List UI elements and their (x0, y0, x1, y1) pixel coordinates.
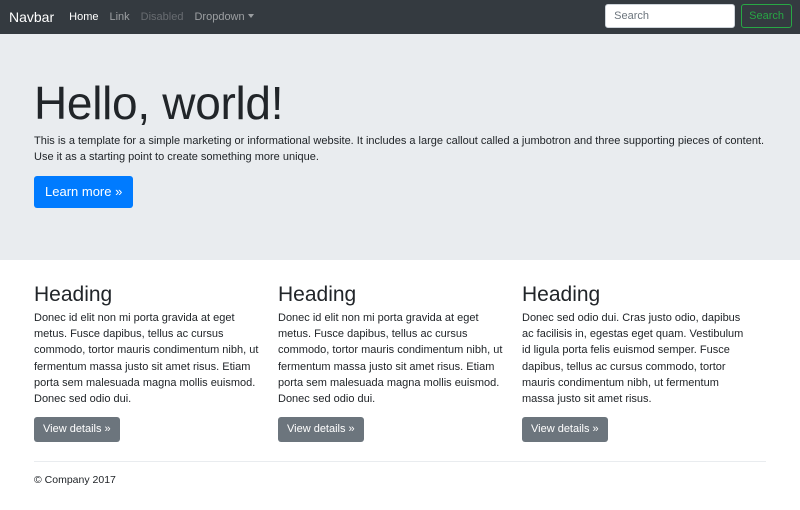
column-heading: Heading (278, 283, 357, 306)
content-columns: Heading Donec id elit non mi porta gravi… (0, 260, 800, 443)
column-text: Donec sed odio dui. Cras justo odio, dap… (522, 312, 744, 406)
footer-divider (34, 461, 766, 462)
view-details-button[interactable]: View details » (34, 417, 120, 443)
nav-link-link[interactable]: Link (109, 11, 129, 23)
nav-link-disabled: Disabled (140, 11, 184, 23)
caret-down-icon (247, 14, 254, 18)
nav-dropdown-toggle[interactable]: Dropdown (194, 11, 254, 23)
search-input[interactable] (605, 4, 736, 28)
search-form: Search (605, 4, 792, 28)
view-details-button[interactable]: View details » (278, 417, 364, 443)
view-details-button[interactable]: View details » (522, 417, 608, 443)
jumbotron-title: Hello, world! (34, 77, 284, 129)
content-column: Heading Donec id elit non mi porta gravi… (278, 283, 522, 443)
search-button[interactable]: Search (741, 4, 792, 28)
column-text: Donec id elit non mi porta gravida at eg… (278, 312, 503, 406)
footer-copyright: © Company 2017 (34, 474, 116, 486)
jumbotron-lead: This is a template for a simple marketin… (34, 135, 765, 163)
jumbotron: Hello, world! This is a template for a s… (0, 34, 800, 260)
column-text: Donec id elit non mi porta gravida at eg… (34, 312, 259, 406)
navbar: Navbar Home Link Disabled Dropdown Searc… (0, 0, 800, 34)
footer: © Company 2017 (34, 474, 116, 486)
content-column: Heading Donec id elit non mi porta gravi… (34, 283, 278, 443)
nav-link-home[interactable]: Home (69, 11, 98, 23)
navbar-brand[interactable]: Navbar (9, 9, 54, 25)
column-heading: Heading (34, 283, 113, 306)
column-heading: Heading (522, 283, 601, 306)
nav-dropdown-label: Dropdown (194, 11, 245, 23)
learn-more-button[interactable]: Learn more » (34, 176, 134, 208)
content-column: Heading Donec sed odio dui. Cras justo o… (522, 283, 766, 443)
